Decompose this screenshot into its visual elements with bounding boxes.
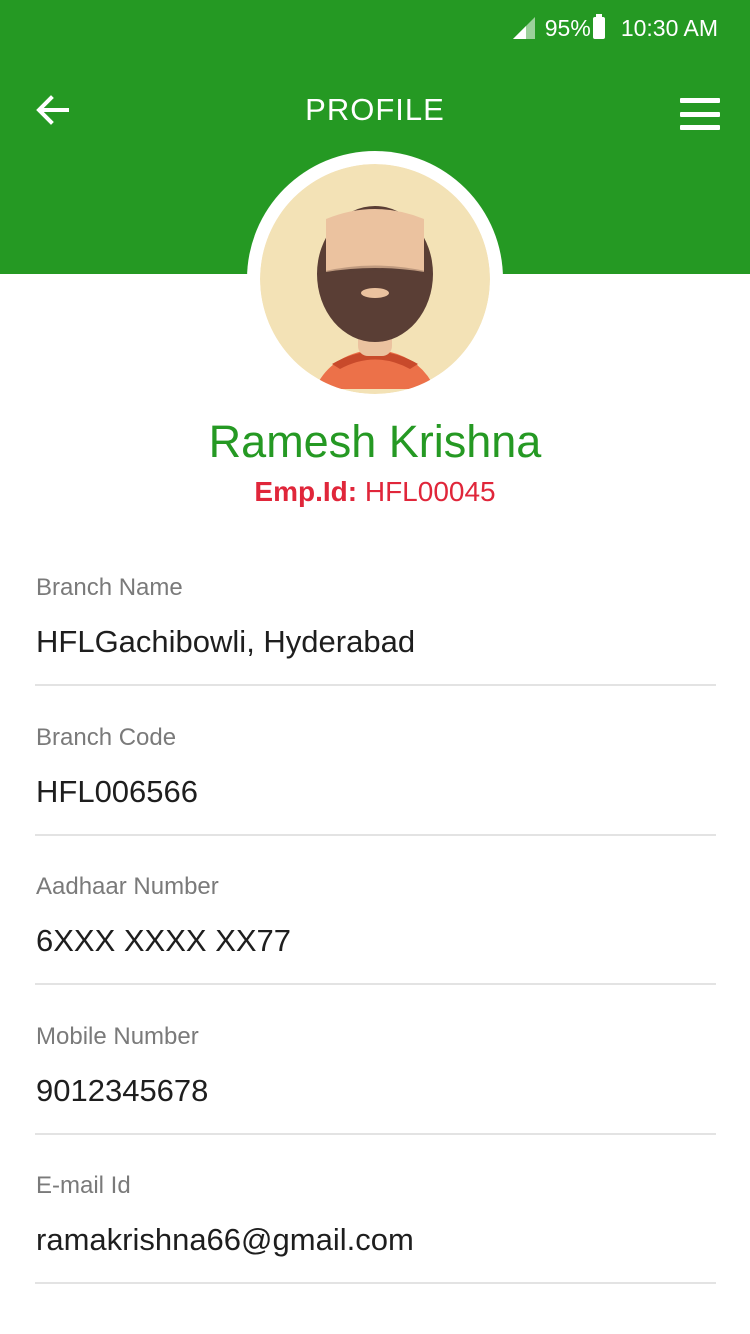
menu-line bbox=[680, 111, 720, 117]
hamburger-menu-icon bbox=[680, 98, 720, 103]
mobile-number-field: Mobile Number 9012345678 bbox=[35, 1023, 716, 1135]
field-label: Aadhaar Number bbox=[36, 873, 219, 900]
field-label: Mobile Number bbox=[36, 1023, 199, 1050]
employee-id-label: Emp.Id: bbox=[254, 476, 358, 507]
branch-name-field: Branch Name HFLGachibowli, Hyderabad bbox=[35, 574, 716, 686]
user-name: Ramesh Krishna bbox=[208, 416, 542, 467]
aadhaar-number-field: Aadhaar Number 6XXX XXXX XX77 bbox=[35, 873, 716, 985]
field-value: 6XXX XXXX XX77 bbox=[36, 923, 292, 958]
field-value: 9012345678 bbox=[36, 1073, 209, 1108]
page-title: PROFILE bbox=[305, 92, 445, 127]
field-label: Branch Name bbox=[36, 574, 183, 601]
employee-id: Emp.Id: HFL00045 bbox=[0, 476, 750, 508]
field-value: ramakrishna66@gmail.com bbox=[36, 1222, 414, 1257]
status-bar: 95% 10:30 AM bbox=[512, 0, 718, 56]
field-label: Branch Code bbox=[36, 724, 177, 751]
battery-percent: 95% bbox=[544, 14, 591, 41]
branch-code-field: Branch Code HFL006566 bbox=[35, 724, 716, 836]
user-avatar-icon bbox=[260, 164, 490, 394]
avatar bbox=[260, 164, 490, 394]
employee-id-value: HFL00045 bbox=[364, 476, 496, 507]
menu-line bbox=[680, 125, 720, 130]
battery-icon bbox=[592, 14, 605, 39]
battery-status: 95% bbox=[544, 14, 611, 42]
email-field: E-mail Id ramakrishna66@gmail.com bbox=[35, 1172, 716, 1284]
field-value: HFL006566 bbox=[36, 774, 199, 809]
field-label: E-mail Id bbox=[36, 1172, 131, 1199]
clock: 10:30 AM bbox=[620, 14, 718, 41]
field-value: HFLGachibowli, Hyderabad bbox=[36, 624, 416, 659]
menu-button[interactable] bbox=[680, 94, 720, 134]
signal-icon bbox=[512, 17, 535, 39]
